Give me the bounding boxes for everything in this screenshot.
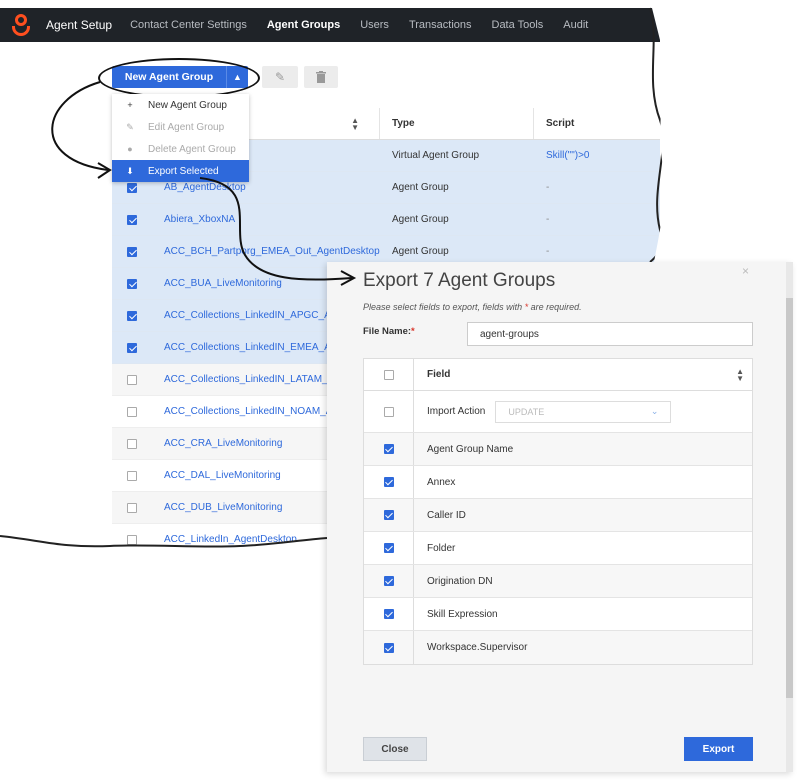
row-checkbox[interactable] bbox=[112, 502, 152, 513]
field-row[interactable]: Skill Expression bbox=[364, 598, 752, 631]
row-checkbox[interactable] bbox=[112, 342, 152, 353]
row-checkbox[interactable] bbox=[112, 182, 152, 193]
row-type: Virtual Agent Group bbox=[392, 150, 480, 161]
dialog-scrollbar[interactable] bbox=[786, 262, 793, 772]
close-icon[interactable]: × bbox=[742, 264, 749, 278]
pencil-icon: ✎ bbox=[274, 70, 286, 84]
nav-users[interactable]: Users bbox=[360, 19, 389, 31]
file-name-input[interactable]: agent-groups bbox=[467, 322, 753, 346]
export-button[interactable]: Export bbox=[684, 737, 753, 761]
menu-export-selected[interactable]: ⬇ Export Selected bbox=[112, 160, 249, 182]
dialog-instructions: Please select fields to export, fields w… bbox=[363, 302, 582, 312]
highlight-ellipse bbox=[98, 58, 260, 98]
field-header-label: Field bbox=[427, 369, 451, 380]
row-script: - bbox=[546, 182, 550, 193]
person-icon: ● bbox=[127, 144, 133, 154]
row-checkbox[interactable] bbox=[112, 214, 152, 225]
select-all-checkbox[interactable] bbox=[364, 359, 414, 390]
screenshot: Agent Setup Contact Center Settings Agen… bbox=[0, 0, 800, 782]
row-checkbox[interactable] bbox=[112, 310, 152, 321]
genesys-logo-icon bbox=[12, 14, 32, 36]
sort-icon[interactable]: ▲ ▼ bbox=[736, 367, 744, 382]
row-checkbox[interactable] bbox=[112, 374, 152, 385]
close-button[interactable]: Close bbox=[363, 737, 427, 761]
row-script: - bbox=[546, 246, 550, 257]
dialog-title: Export 7 Agent Groups bbox=[363, 270, 556, 291]
field-label: Skill Expression bbox=[427, 608, 498, 620]
menu-export-selected-label: Export Selected bbox=[148, 165, 219, 177]
file-name-label: File Name:* bbox=[363, 326, 415, 337]
menu-edit-agent-group-label: Edit Agent Group bbox=[148, 121, 225, 133]
field-checkbox[interactable] bbox=[364, 499, 414, 531]
field-row[interactable]: Workspace.Supervisor bbox=[364, 631, 752, 664]
app-title: Agent Setup bbox=[46, 18, 113, 32]
field-label: Caller ID bbox=[427, 509, 466, 521]
field-checkbox[interactable] bbox=[364, 565, 414, 597]
top-navigation: Agent Setup Contact Center Settings Agen… bbox=[0, 8, 660, 42]
fields-table: Field ▲ ▼ Import Action UPDATE ⌄ Agent Gr… bbox=[363, 358, 753, 665]
field-row[interactable]: Annex bbox=[364, 466, 752, 499]
row-type: Agent Group bbox=[392, 246, 449, 257]
menu-edit-agent-group[interactable]: ✎ Edit Agent Group bbox=[112, 116, 249, 138]
row-name[interactable]: AB_AgentDesktop bbox=[152, 182, 380, 193]
import-action-label: Import Action bbox=[427, 406, 486, 417]
row-type: Agent Group bbox=[392, 214, 449, 225]
header-script[interactable]: Script bbox=[534, 108, 660, 139]
download-icon: ⬇ bbox=[126, 165, 134, 176]
nav-audit[interactable]: Audit bbox=[563, 19, 588, 31]
header-type[interactable]: Type bbox=[380, 108, 534, 139]
field-checkbox[interactable] bbox=[364, 466, 414, 498]
row-script: Skill("")>0 bbox=[546, 150, 590, 161]
field-label: Annex bbox=[427, 476, 456, 488]
arrowhead-menu bbox=[97, 162, 112, 179]
arrow-to-menu bbox=[51, 81, 109, 171]
field-label: Workspace.Supervisor bbox=[427, 642, 528, 653]
nav-agent-groups[interactable]: Agent Groups bbox=[267, 19, 340, 31]
nav-contact-center-settings[interactable]: Contact Center Settings bbox=[130, 19, 247, 31]
edit-button[interactable]: ✎ bbox=[262, 66, 298, 88]
nav-data-tools[interactable]: Data Tools bbox=[492, 19, 544, 31]
row-checkbox[interactable] bbox=[112, 278, 152, 289]
row-checkbox[interactable] bbox=[112, 534, 152, 545]
import-action-checkbox[interactable] bbox=[364, 391, 414, 432]
export-dialog: × Export 7 Agent Groups Please select fi… bbox=[327, 262, 793, 772]
plus-icon: + bbox=[127, 100, 133, 110]
field-row[interactable]: Caller ID bbox=[364, 499, 752, 532]
row-script: - bbox=[546, 214, 550, 225]
import-action-row: Import Action UPDATE ⌄ bbox=[364, 391, 752, 433]
field-label: Folder bbox=[427, 542, 456, 554]
menu-delete-agent-group[interactable]: ● Delete Agent Group bbox=[112, 138, 249, 160]
field-row[interactable]: Origination DN bbox=[364, 565, 752, 598]
fields-header: Field ▲ ▼ bbox=[364, 359, 752, 391]
field-checkbox[interactable] bbox=[364, 598, 414, 630]
chevron-down-icon: ⌄ bbox=[650, 406, 659, 416]
new-group-dropdown: + New Agent Group ✎ Edit Agent Group ● D… bbox=[112, 94, 249, 182]
pencil-icon: ✎ bbox=[126, 121, 134, 132]
row-checkbox[interactable] bbox=[112, 246, 152, 257]
field-checkbox[interactable] bbox=[364, 631, 414, 664]
field-checkbox[interactable] bbox=[364, 433, 414, 465]
row-checkbox[interactable] bbox=[112, 470, 152, 481]
field-label: Origination DN bbox=[427, 575, 493, 587]
menu-delete-agent-group-label: Delete Agent Group bbox=[148, 143, 236, 155]
delete-button[interactable] bbox=[304, 66, 338, 88]
field-row[interactable]: Folder bbox=[364, 532, 752, 565]
row-type: Agent Group bbox=[392, 182, 449, 193]
nav-transactions[interactable]: Transactions bbox=[409, 19, 472, 31]
row-name[interactable]: Abiera_XboxNA bbox=[152, 214, 380, 225]
row-name[interactable]: ACC_BCH_Partporg_EMEA_Out_AgentDesktop bbox=[152, 246, 380, 257]
sort-icon[interactable]: ▲ ▼ bbox=[351, 116, 359, 131]
field-label: Agent Group Name bbox=[427, 443, 514, 455]
menu-new-agent-group-label: New Agent Group bbox=[148, 99, 227, 111]
field-row[interactable]: Agent Group Name bbox=[364, 433, 752, 466]
import-action-select[interactable]: UPDATE ⌄ bbox=[495, 400, 672, 423]
table-row[interactable]: Abiera_XboxNA Agent Group - bbox=[112, 204, 660, 236]
row-checkbox[interactable] bbox=[112, 438, 152, 449]
row-checkbox[interactable] bbox=[112, 406, 152, 417]
trash-icon bbox=[316, 71, 326, 83]
field-checkbox[interactable] bbox=[364, 532, 414, 564]
menu-new-agent-group[interactable]: + New Agent Group bbox=[112, 94, 249, 116]
